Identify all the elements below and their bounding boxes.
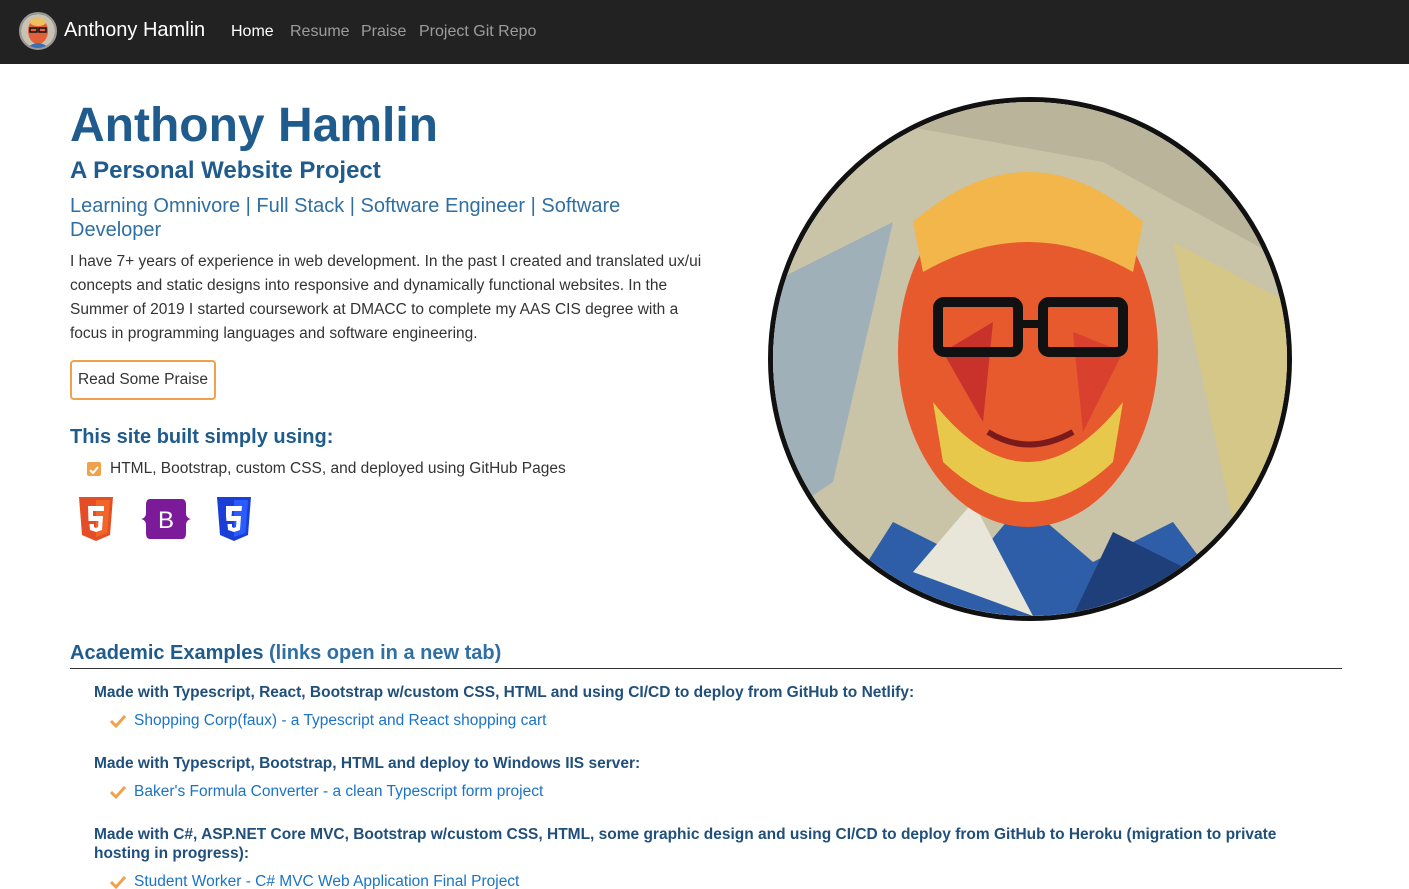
project-link-student-worker[interactable]: Student Worker - C# MVC Web Application … <box>134 873 519 889</box>
built-with-item: HTML, Bootstrap, custom CSS, and deploye… <box>110 460 566 477</box>
hero-tagline: Learning Omnivore | Full Stack | Softwar… <box>70 195 621 241</box>
group-heading: Made with Typescript, Bootstrap, HTML an… <box>94 755 641 772</box>
navbar: Anthony Hamlin Home Resume Praise Projec… <box>0 0 1409 64</box>
read-praise-button[interactable]: Read Some Praise <box>70 360 216 400</box>
portrait-image <box>768 97 1292 621</box>
bootstrap-icon: B <box>140 497 192 541</box>
nav-resume[interactable]: Resume <box>290 23 350 41</box>
svg-text:B: B <box>158 507 174 534</box>
html5-icon <box>77 497 115 541</box>
css3-icon <box>215 497 253 541</box>
academic-note: (links open in a new tab) <box>269 642 502 664</box>
brand-avatar[interactable] <box>19 12 57 50</box>
check-icon <box>109 784 127 800</box>
academic-title: Academic Examples (links open in a new t… <box>70 642 501 665</box>
academic-title-text: Academic Examples <box>70 642 264 664</box>
check-icon <box>109 713 127 729</box>
project-link-bakers-formula[interactable]: Baker's Formula Converter - a clean Type… <box>134 783 543 801</box>
check-icon <box>109 874 127 889</box>
checkbox-icon <box>87 462 101 476</box>
nav-praise[interactable]: Praise <box>361 23 406 41</box>
brand-name[interactable]: Anthony Hamlin <box>64 19 205 42</box>
hero-description: I have 7+ years of experience in web dev… <box>70 253 702 342</box>
group-heading: Made with Typescript, React, Bootstrap w… <box>94 684 915 701</box>
hero-subtitle: A Personal Website Project <box>70 157 381 184</box>
nav-project-git-repo[interactable]: Project Git Repo <box>419 23 536 41</box>
nav-home[interactable]: Home <box>231 23 274 41</box>
divider <box>70 668 1342 669</box>
hero-title: Anthony Hamlin <box>70 99 438 152</box>
group-heading: Made with C#, ASP.NET Core MVC, Bootstra… <box>94 826 1277 862</box>
built-with-title: This site built simply using: <box>70 426 334 448</box>
project-link-shopping-corp[interactable]: Shopping Corp(faux) - a Typescript and R… <box>134 712 546 730</box>
